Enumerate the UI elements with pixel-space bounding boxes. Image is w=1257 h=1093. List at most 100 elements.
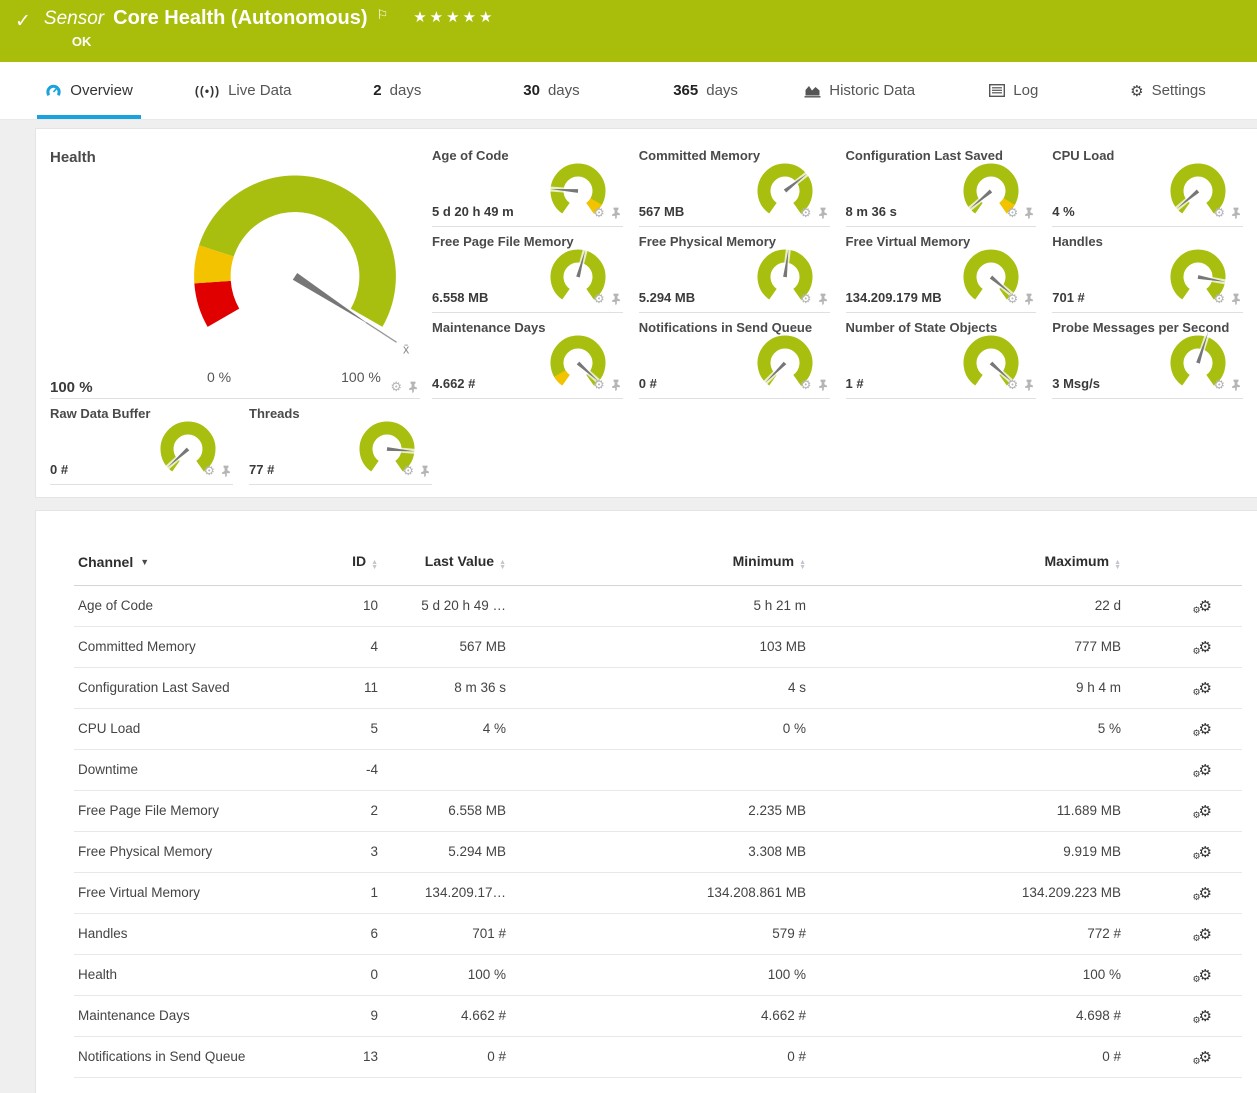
- channel-settings-icon[interactable]: ⚙⚙: [1199, 802, 1212, 820]
- gauge-actions: ⚙: [1007, 207, 1035, 219]
- gauge-tile-free-page-file-memory[interactable]: Free Page File Memory6.558 MB⚙: [432, 227, 623, 313]
- gauge-pin-icon[interactable]: [1024, 207, 1034, 219]
- column-header-id[interactable]: ID▲▼: [324, 539, 382, 585]
- gauge-settings-icon[interactable]: ⚙: [1007, 293, 1019, 305]
- gauge-pin-icon[interactable]: [611, 293, 621, 305]
- gauge-settings-icon[interactable]: ⚙: [800, 207, 812, 219]
- gauge-pin-icon[interactable]: [818, 379, 828, 391]
- column-label: ID: [352, 553, 366, 569]
- gauge-settings-icon[interactable]: ⚙: [593, 379, 605, 391]
- gauge-settings-icon[interactable]: ⚙: [1007, 379, 1019, 391]
- gauge-pin-icon[interactable]: [1024, 293, 1034, 305]
- channel-settings-icon[interactable]: ⚙⚙: [1199, 638, 1212, 656]
- gauge-pin-icon[interactable]: [408, 381, 418, 393]
- gauge-tile-cpu-load[interactable]: CPU Load4 %⚙: [1052, 141, 1243, 227]
- channel-row-free-page-file-memory[interactable]: Free Page File Memory26.558 MB2.235 MB11…: [74, 790, 1242, 831]
- status-check-icon: ✓: [15, 10, 31, 33]
- gauge-settings-icon[interactable]: ⚙: [1007, 207, 1019, 219]
- gauge-pin-icon[interactable]: [611, 379, 621, 391]
- gauge-pin-icon[interactable]: [818, 207, 828, 219]
- cell-maximum: 9.919 MB: [810, 831, 1125, 872]
- tab-live-data[interactable]: ((•))Live Data: [166, 62, 320, 119]
- channel-row-notifications-in-send-queue[interactable]: Notifications in Send Queue130 #0 #0 #⚙⚙: [74, 1036, 1242, 1077]
- tab-settings[interactable]: ⚙Settings: [1091, 62, 1245, 119]
- gauge-pin-icon[interactable]: [1231, 207, 1241, 219]
- chart-icon: [804, 83, 821, 98]
- column-header-maximum[interactable]: Maximum▲▼: [810, 539, 1125, 585]
- gauge-pin-icon[interactable]: [1024, 379, 1034, 391]
- cell-channel: Free Physical Memory: [74, 831, 324, 872]
- channel-settings-icon[interactable]: ⚙⚙: [1199, 597, 1212, 615]
- pin-icon: [221, 465, 231, 477]
- gauge-pin-icon[interactable]: [1231, 293, 1241, 305]
- gauge-tile-threads[interactable]: Threads77 #⚙: [249, 399, 432, 485]
- column-header-channel[interactable]: Channel▼: [74, 539, 324, 585]
- pin-icon: [818, 293, 828, 305]
- column-header-last-value[interactable]: Last Value▲▼: [382, 539, 510, 585]
- gauge-pin-icon[interactable]: [221, 465, 231, 477]
- channel-settings-icon[interactable]: ⚙⚙: [1199, 679, 1212, 697]
- gauge-icon: [45, 83, 62, 99]
- tab-number: 2: [373, 82, 381, 99]
- gauge-tile-committed-memory[interactable]: Committed Memory567 MB⚙: [639, 141, 830, 227]
- channel-row-cpu-load[interactable]: CPU Load54 %0 %5 %⚙⚙: [74, 708, 1242, 749]
- gauge-settings-icon[interactable]: ⚙: [203, 465, 215, 477]
- tab-historic-data[interactable]: Historic Data: [783, 62, 937, 119]
- health-gauge-tile[interactable]: Health x̄ 0 % 100 % 100 % ⚙: [50, 141, 420, 399]
- channel-settings-icon[interactable]: ⚙⚙: [1199, 843, 1212, 861]
- channel-settings-icon[interactable]: ⚙⚙: [1199, 1007, 1212, 1025]
- gauge-tile-handles[interactable]: Handles701 #⚙: [1052, 227, 1243, 313]
- gauge-pin-icon[interactable]: [1231, 379, 1241, 391]
- gauge-actions: ⚙: [1213, 293, 1241, 305]
- gauge-tile-number-of-state-objects[interactable]: Number of State Objects1 #⚙: [846, 313, 1037, 399]
- gauge-pin-icon[interactable]: [611, 207, 621, 219]
- gauge-settings-icon[interactable]: ⚙: [1213, 379, 1225, 391]
- column-header-minimum[interactable]: Minimum▲▼: [510, 539, 810, 585]
- gauge-tile-configuration-last-saved[interactable]: Configuration Last Saved8 m 36 s⚙: [846, 141, 1037, 227]
- log-icon: [989, 84, 1005, 97]
- channel-row-configuration-last-saved[interactable]: Configuration Last Saved118 m 36 s4 s9 h…: [74, 667, 1242, 708]
- channel-settings-icon[interactable]: ⚙⚙: [1199, 925, 1212, 943]
- cell-channel: Health: [74, 954, 324, 995]
- tab-2-days[interactable]: 2days: [320, 62, 474, 119]
- channel-settings-icon[interactable]: ⚙⚙: [1199, 761, 1212, 779]
- gauge-tile-free-virtual-memory[interactable]: Free Virtual Memory134.209.179 MB⚙: [846, 227, 1037, 313]
- gauge-tile-notifications-in-send-queue[interactable]: Notifications in Send Queue0 #⚙: [639, 313, 830, 399]
- gauge-settings-icon[interactable]: ⚙: [593, 293, 605, 305]
- tab-30-days[interactable]: 30days: [474, 62, 628, 119]
- gauge-tile-age-of-code[interactable]: Age of Code5 d 20 h 49 m⚙: [432, 141, 623, 227]
- channel-row-free-physical-memory[interactable]: Free Physical Memory35.294 MB3.308 MB9.9…: [74, 831, 1242, 872]
- gauge-tile-probe-messages-per-second[interactable]: Probe Messages per Second3 Msg/s⚙: [1052, 313, 1243, 399]
- channel-settings-icon[interactable]: ⚙⚙: [1199, 884, 1212, 902]
- gauge-tile-free-physical-memory[interactable]: Free Physical Memory5.294 MB⚙: [639, 227, 830, 313]
- channel-row-downtime[interactable]: Downtime-4⚙⚙: [74, 749, 1242, 790]
- tab-log[interactable]: Log: [937, 62, 1091, 119]
- pin-icon: [1231, 207, 1241, 219]
- gauge-tile-raw-data-buffer[interactable]: Raw Data Buffer0 #⚙: [50, 399, 233, 485]
- gauge-pin-icon[interactable]: [420, 465, 430, 477]
- gauge-tile-maintenance-days[interactable]: Maintenance Days4.662 #⚙: [432, 313, 623, 399]
- gauge-settings-icon[interactable]: ⚙: [800, 379, 812, 391]
- gauge-settings-icon[interactable]: ⚙: [1213, 293, 1225, 305]
- priority-stars-icon[interactable]: ★★★★★: [413, 8, 495, 26]
- channel-row-free-virtual-memory[interactable]: Free Virtual Memory1134.209.17…134.208.8…: [74, 872, 1242, 913]
- tab-365-days[interactable]: 365days: [629, 62, 783, 119]
- channel-settings-icon[interactable]: ⚙⚙: [1199, 966, 1212, 984]
- channel-settings-icon[interactable]: ⚙⚙: [1199, 1048, 1212, 1066]
- gauge-pin-icon[interactable]: [818, 293, 828, 305]
- gauge-settings-icon[interactable]: ⚙: [402, 465, 414, 477]
- flag-icon[interactable]: ⚐: [377, 7, 389, 23]
- channel-row-committed-memory[interactable]: Committed Memory4567 MB103 MB777 MB⚙⚙: [74, 626, 1242, 667]
- gauge-value: 567 MB: [639, 204, 685, 219]
- gauge-settings-icon[interactable]: ⚙: [1213, 207, 1225, 219]
- gauge-settings-icon[interactable]: ⚙: [593, 207, 605, 219]
- gauge-settings-icon[interactable]: ⚙: [800, 293, 812, 305]
- tab-overview[interactable]: Overview: [12, 62, 166, 119]
- channel-row-handles[interactable]: Handles6701 #579 #772 #⚙⚙: [74, 913, 1242, 954]
- channel-row-maintenance-days[interactable]: Maintenance Days94.662 #4.662 #4.698 #⚙⚙: [74, 995, 1242, 1036]
- channel-row-age-of-code[interactable]: Age of Code105 d 20 h 49 …5 h 21 m22 d⚙⚙: [74, 585, 1242, 626]
- gauge-settings-icon[interactable]: ⚙: [390, 381, 402, 393]
- channel-settings-icon[interactable]: ⚙⚙: [1199, 720, 1212, 738]
- channel-row-health[interactable]: Health0100 %100 %100 %⚙⚙: [74, 954, 1242, 995]
- cell-minimum: 3.308 MB: [510, 831, 810, 872]
